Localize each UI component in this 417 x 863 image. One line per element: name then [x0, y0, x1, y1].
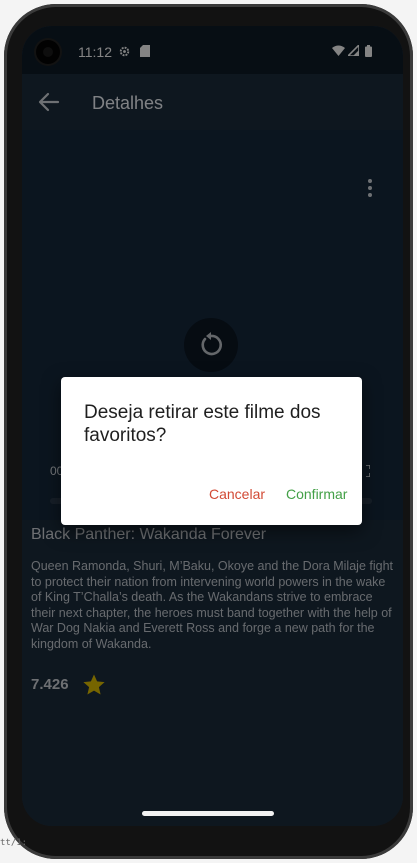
confirm-dialog: Deseja retirar este filme dos favoritos?… — [61, 377, 362, 525]
confirm-button[interactable]: Confirmar — [286, 486, 347, 502]
dialog-title: Deseja retirar este filme dos favoritos? — [84, 402, 321, 446]
home-indicator[interactable] — [142, 811, 274, 816]
edge-text: tt/1: — [0, 838, 28, 848]
page: 11:12 Detalhes 00 Black Panther: Wakanda… — [0, 0, 417, 863]
phone-frame: 11:12 Detalhes 00 Black Panther: Wakanda… — [4, 4, 413, 859]
cancel-button[interactable]: Cancelar — [209, 486, 265, 502]
screen: 11:12 Detalhes 00 Black Panther: Wakanda… — [22, 26, 403, 826]
